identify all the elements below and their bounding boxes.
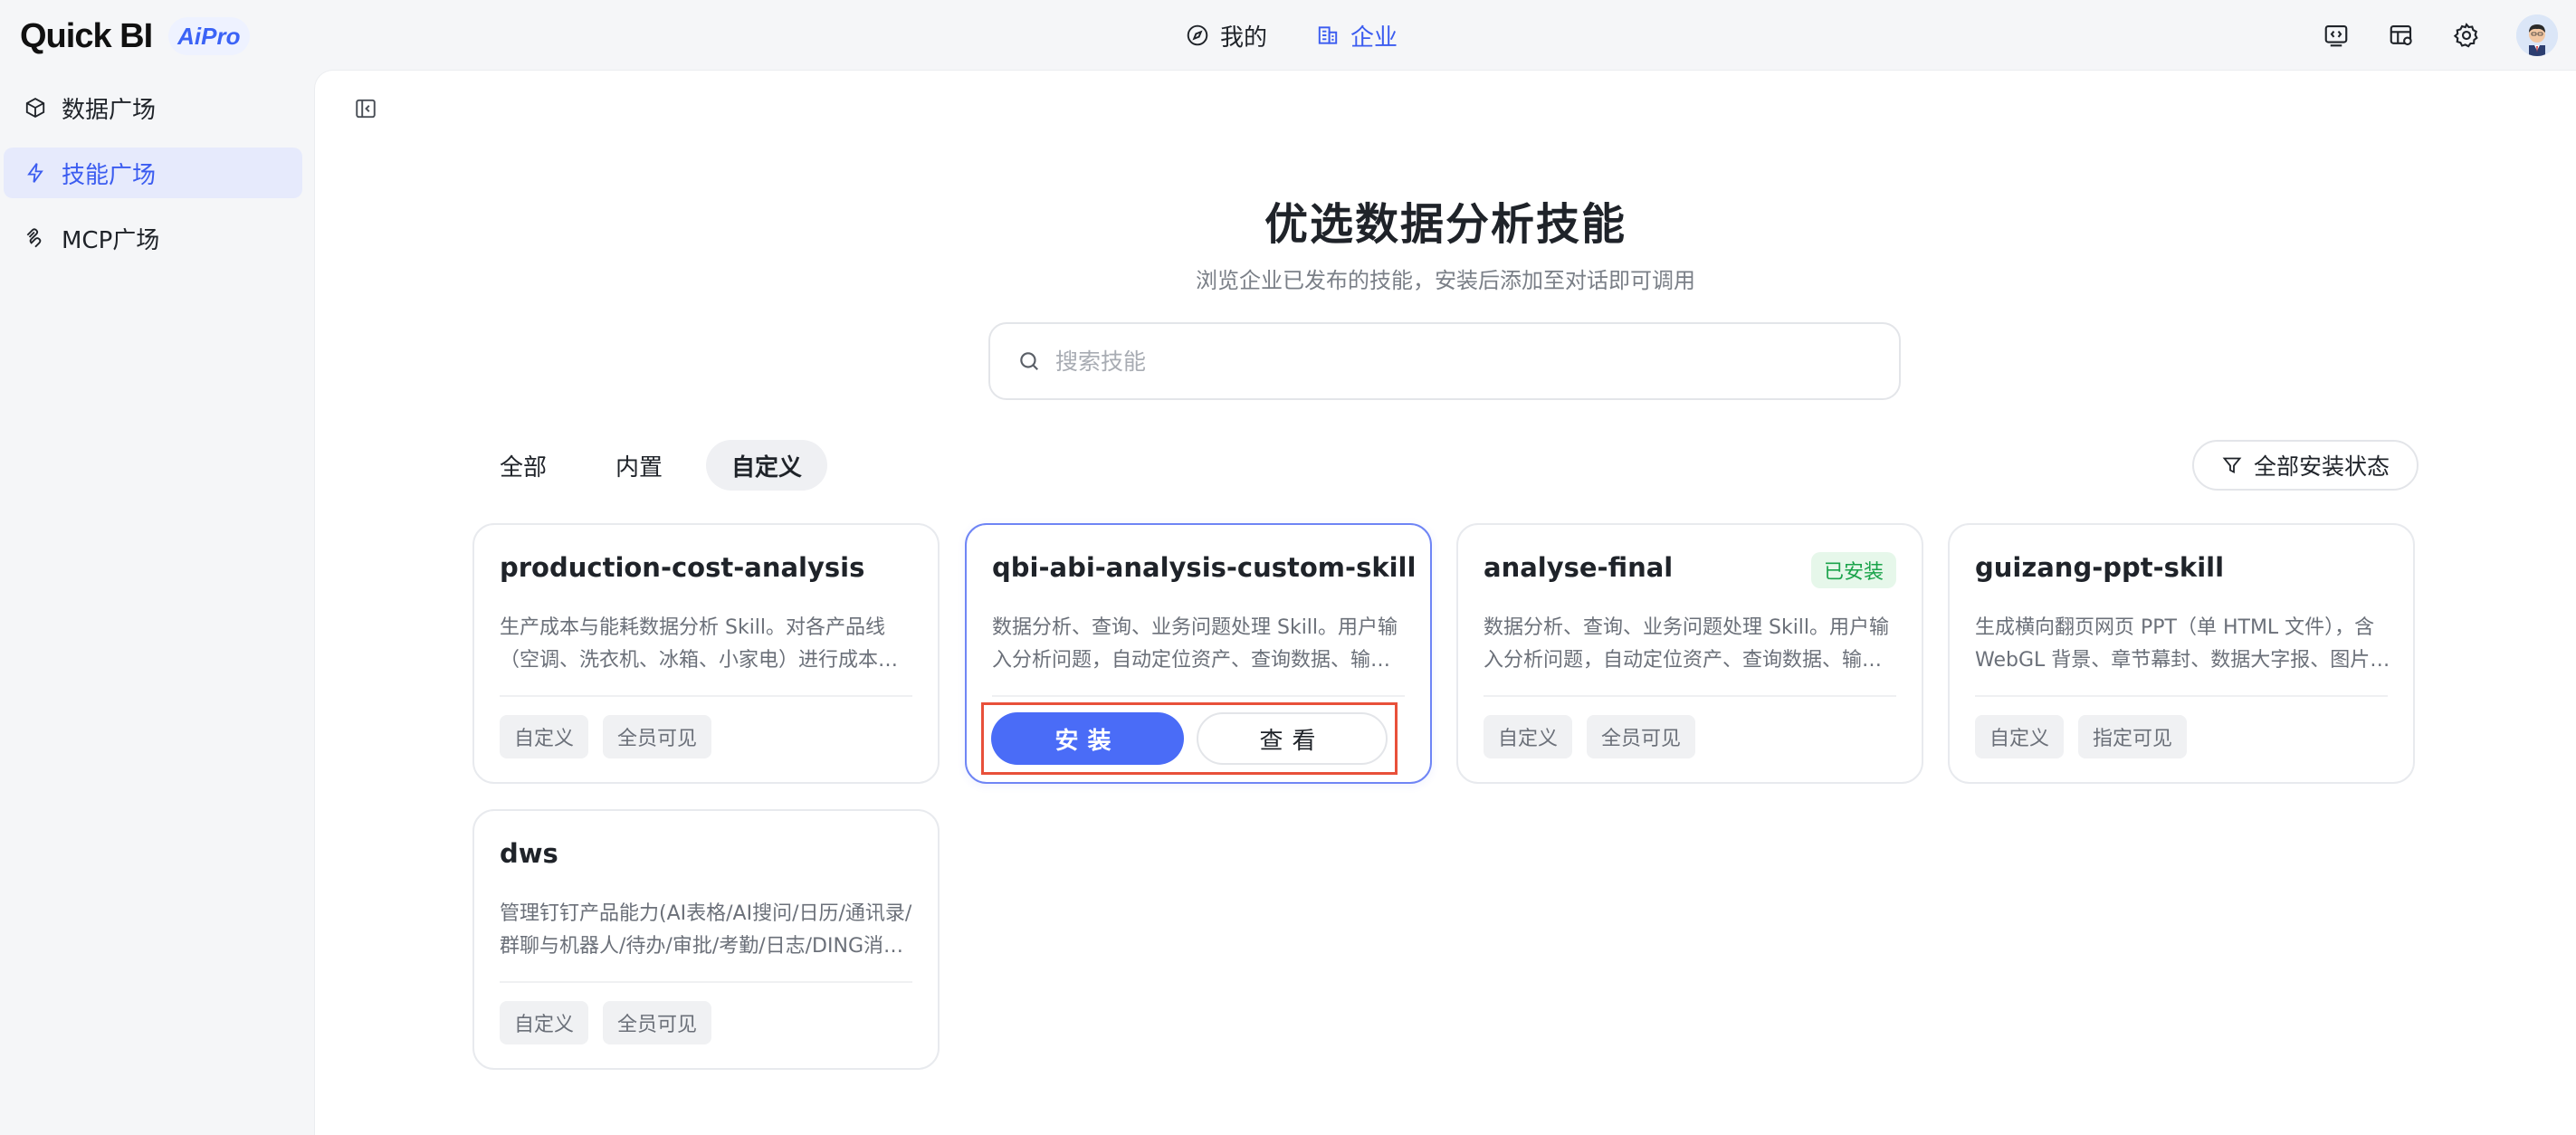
tag: 全员可见	[1587, 715, 1696, 758]
card-description: 管理钉钉产品能力(AI表格/AI搜问/日历/通讯录/群聊与机器人/待办/审批/考…	[500, 902, 912, 958]
skill-card[interactable]: analyse-final 已安装 数据分析、查询、业务问题处理 Skill。用…	[1456, 523, 1923, 784]
card-actions-highlight: 安装 查看	[981, 702, 1398, 775]
topnav-label-enterprise: 企业	[1350, 24, 1398, 52]
card-title: dws	[500, 838, 558, 869]
sidebar-item-skill-square[interactable]: 技能广场	[4, 148, 302, 198]
skill-card[interactable]: qbi-abi-analysis-custom-skill 数据分析、查询、业务…	[965, 523, 1432, 784]
search-icon	[1020, 352, 1038, 370]
tab-all[interactable]: 全部	[474, 440, 572, 491]
card-tags: 自定义 指定可见	[1975, 715, 2188, 758]
installed-badge: 已安装	[1810, 552, 1896, 588]
card-divider	[500, 981, 912, 983]
collapse-sidebar-button[interactable]	[353, 96, 378, 121]
card-divider	[1484, 695, 1896, 697]
top-nav: 我的 企业	[1186, 16, 1398, 54]
tag: 全员可见	[603, 715, 712, 758]
dashboard-settings-button[interactable]	[2386, 20, 2417, 51]
sidebar: 数据广场 技能广场 MCP广场	[0, 71, 315, 1135]
card-divider	[1975, 695, 2388, 697]
sidebar-label-skill-square: 技能广场	[62, 161, 157, 189]
building-icon	[1318, 26, 1338, 44]
lightning-icon	[27, 163, 43, 183]
card-title: guizang-ppt-skill	[1975, 552, 2225, 583]
install-status-filter[interactable]: 全部安装状态	[2191, 440, 2419, 491]
skill-card[interactable]: production-cost-analysis 生产成本与能耗数据分析 Ski…	[472, 523, 940, 784]
tag: 自定义	[500, 715, 589, 758]
app-logo[interactable]: Quick BI AiPro	[20, 16, 250, 56]
install-button[interactable]: 安装	[991, 712, 1184, 765]
code-window-button[interactable]	[2321, 20, 2352, 51]
filter-label: 全部安装状态	[2253, 453, 2390, 480]
card-tags: 自定义 全员可见	[500, 715, 712, 758]
cube-icon	[25, 97, 45, 119]
code-window-icon	[2324, 24, 2348, 47]
search-input[interactable]	[1055, 348, 1870, 375]
card-description: 数据分析、查询、业务问题处理 Skill。用户输入分析问题，自动定位资产、查询数…	[1484, 616, 1890, 672]
tab-builtin[interactable]: 内置	[590, 440, 688, 491]
card-tags: 自定义 全员可见	[1484, 715, 1696, 758]
mcp-icon	[26, 228, 42, 248]
card-title: analyse-final	[1484, 552, 1674, 583]
settings-button[interactable]	[2451, 20, 2482, 51]
sidebar-label-data-square: 数据广场	[62, 96, 157, 124]
search-box	[988, 322, 1901, 400]
view-button[interactable]: 查看	[1196, 712, 1388, 765]
tag: 全员可见	[603, 1001, 712, 1044]
card-description: 生成横向翻页网页 PPT（单 HTML 文件），含 WebGL 背景、章节幕封、…	[1975, 616, 2390, 672]
card-title: production-cost-analysis	[500, 552, 865, 583]
sidebar-item-mcp-square[interactable]: MCP广场	[4, 213, 302, 263]
card-divider	[500, 695, 912, 697]
filter-icon	[2222, 457, 2242, 473]
tag: 自定义	[1484, 715, 1573, 758]
sidebar-label-mcp-square: MCP广场	[62, 226, 160, 254]
top-icons	[2321, 14, 2576, 56]
card-tags: 自定义 全员可见	[500, 1001, 712, 1044]
topnav-item-mine[interactable]: 我的	[1186, 19, 1267, 52]
card-description: 生产成本与能耗数据分析 Skill。对各产品线（空调、洗衣机、冰箱、小家电）进行…	[500, 616, 899, 672]
category-tabs: 全部 内置 自定义	[474, 440, 828, 491]
skill-card[interactable]: guizang-ppt-skill 生成横向翻页网页 PPT（单 HTML 文件…	[1948, 523, 2415, 784]
sidebar-collapse-icon	[356, 99, 376, 119]
avatar-image	[2516, 14, 2558, 56]
topnav-item-enterprise[interactable]: 企业	[1316, 19, 1398, 52]
avatar[interactable]	[2516, 14, 2558, 56]
page-subtitle: 浏览企业已发布的技能，安装后添加至对话即可调用	[1196, 268, 1695, 293]
logo-text: Quick BI	[20, 16, 153, 55]
tag: 自定义	[500, 1001, 589, 1044]
compass-icon	[1187, 24, 1208, 46]
main-panel: 优选数据分析技能 浏览企业已发布的技能，安装后添加至对话即可调用 全部 内置 自…	[315, 71, 2576, 1135]
tab-custom[interactable]: 自定义	[706, 440, 828, 491]
card-description: 数据分析、查询、业务问题处理 Skill。用户输入分析问题，自动定位资产、查询数…	[992, 616, 1398, 672]
card-title: qbi-abi-analysis-custom-skill	[992, 552, 1417, 583]
logo-badge: AiPro	[168, 17, 250, 55]
gear-icon	[2453, 23, 2478, 48]
skill-card[interactable]: dws 管理钉钉产品能力(AI表格/AI搜问/日历/通讯录/群聊与机器人/待办/…	[472, 809, 940, 1070]
tag: 指定可见	[2078, 715, 2188, 758]
dashboard-settings-icon	[2390, 24, 2412, 46]
topnav-label-mine: 我的	[1220, 24, 1268, 52]
sidebar-item-data-square[interactable]: 数据广场	[4, 82, 302, 133]
tag: 自定义	[1975, 715, 2065, 758]
page-title: 优选数据分析技能	[1264, 199, 1627, 250]
top-bar: Quick BI AiPro 我的 企业	[0, 0, 2576, 71]
card-divider	[992, 695, 1405, 697]
